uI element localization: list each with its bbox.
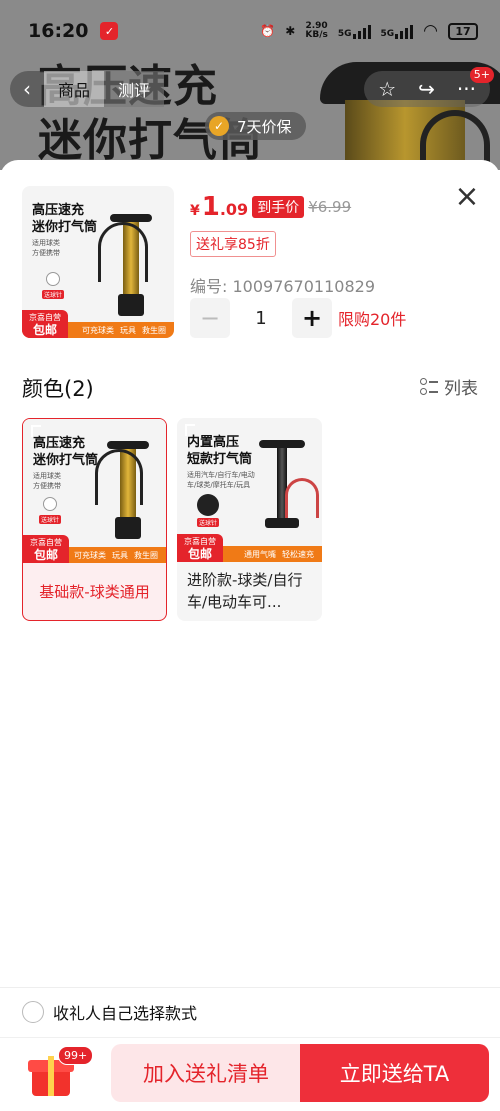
thumb-gift-label: 送球针 (42, 290, 65, 299)
price-integer: 1 (201, 192, 220, 222)
pump-handle (110, 214, 152, 222)
add-to-gift-list-button[interactable]: 加入送礼清单 (111, 1044, 301, 1102)
option-label: 进阶款-球类/自行车/电动车可... (187, 571, 303, 611)
list-label: 列表 (444, 379, 478, 399)
option-label: 基础款-球类通用 (39, 583, 150, 601)
thumb-title-2: 迷你打气筒 (32, 220, 98, 235)
gift-discount-tag: 送礼享85折 (190, 231, 276, 257)
signal-1-icon: 5G (338, 23, 371, 39)
purchase-limit: 限购20件 (338, 310, 407, 329)
pump-base (265, 518, 299, 528)
pump-hose (95, 449, 143, 505)
thumb-sub-1: 适用球类 (32, 239, 60, 247)
battery-icon: 17 (448, 22, 478, 40)
divider (0, 987, 500, 988)
status-bar: 16:20 ✓ ⏰ ✱ 2.90 KB/s 5G 5G ◠ 17 (0, 0, 500, 62)
close-icon[interactable]: × (454, 182, 480, 212)
thumb-title-1: 高压速充 (32, 203, 85, 218)
price-guarantee-label: 7天价保 (237, 117, 292, 136)
wifi-icon: ◠ (423, 21, 438, 41)
option-thumbnail: 内置高压 短款打气筒 适用汽车/自行车/电动 车/球类/摩托车/玩具 送球针 通… (177, 418, 322, 562)
nav-actions: ☆ ↪ ··· 5+ (364, 67, 494, 107)
recipient-choose-label: 收礼人自己选择款式 (53, 1004, 198, 1023)
pump-base (118, 294, 144, 316)
pump-handle (107, 441, 149, 449)
list-view-toggle[interactable]: 列表 (420, 374, 478, 399)
back-button[interactable]: ‹ (10, 71, 44, 107)
favorite-star-icon[interactable]: ☆ (378, 77, 396, 101)
app-notification-icon: ✓ (100, 22, 119, 40)
price-decimal: .09 (219, 200, 249, 219)
thumb-sub-2: 方便携带 (32, 249, 60, 257)
quantity-stepper: − 1 + 限购20件 (190, 298, 406, 338)
tab-review[interactable]: 测评 (104, 71, 165, 107)
color-option-advanced[interactable]: 内置高压 短款打气筒 适用汽车/自行车/电动 车/球类/摩托车/玩具 送球针 通… (177, 418, 322, 621)
check-shield-icon: ✓ (209, 116, 229, 136)
pump-hose (285, 478, 319, 518)
gift-list-count-badge: 99+ (58, 1046, 94, 1065)
color-option-basic[interactable]: 高压速充 迷你打气筒 适用球类 方便携带 送球针 可充球类 玩具 救生圈 京喜自… (22, 418, 167, 621)
status-time: 16:20 (28, 20, 89, 42)
option-thumbnail: 高压速充 迷你打气筒 适用球类 方便携带 送球针 可充球类 玩具 救生圈 京喜自… (23, 419, 166, 563)
original-price: ¥6.99 (308, 198, 352, 216)
product-thumbnail[interactable]: 高压速充 迷你打气筒 适用球类 方便携带 送球针 可充球类 玩具 救生圈 京喜自… (22, 186, 174, 338)
divider (0, 1037, 500, 1038)
price-row: ¥ 1 .09 到手价 ¥6.99 (190, 192, 351, 222)
sku-selector-sheet: 高压速充 迷你打气筒 适用球类 方便携带 送球针 可充球类 玩具 救生圈 京喜自… (0, 160, 500, 1111)
network-speed: 2.90 KB/s (305, 21, 328, 40)
thumb-self-operated-badge: 京喜自营 包邮 (22, 310, 68, 338)
needle-gift-icon (46, 272, 60, 286)
alarm-icon: ⏰ (260, 24, 276, 38)
product-nav-bar: ‹ 商品 测评 ☆ ↪ ··· 5+ (10, 67, 494, 108)
recipient-choose-option[interactable]: 收礼人自己选择款式 (22, 1000, 197, 1024)
needle-gift-icon (43, 497, 57, 511)
radio-button[interactable] (22, 1001, 44, 1023)
share-icon[interactable]: ↪ (418, 77, 435, 101)
chevron-left-icon: ‹ (23, 77, 31, 101)
sku-number: 编号: 10097670110829 (190, 277, 375, 296)
price-guarantee-badge[interactable]: ✓ 7天价保 (205, 112, 306, 140)
pump-handle (259, 440, 305, 448)
final-price-tag: 到手价 (252, 196, 305, 218)
signal-2-icon: 5G (381, 23, 414, 39)
nozzle-detail-icon (197, 494, 219, 516)
status-icons: ⏰ ✱ 2.90 KB/s 5G 5G ◠ 17 (260, 21, 478, 41)
list-icon (420, 378, 438, 395)
currency-symbol: ¥ (190, 203, 200, 219)
quantity-value[interactable]: 1 (230, 308, 292, 329)
pump-hose (98, 222, 148, 282)
tab-product[interactable]: 商品 (44, 71, 105, 107)
bluetooth-icon: ✱ (285, 24, 296, 38)
decrease-button[interactable]: − (190, 298, 230, 338)
color-section-title: 颜色(2) (22, 377, 94, 401)
pump-base (115, 517, 141, 539)
increase-button[interactable]: + (292, 298, 332, 338)
message-badge: 5+ (469, 67, 494, 83)
send-gift-now-button[interactable]: 立即送给TA (300, 1044, 489, 1102)
